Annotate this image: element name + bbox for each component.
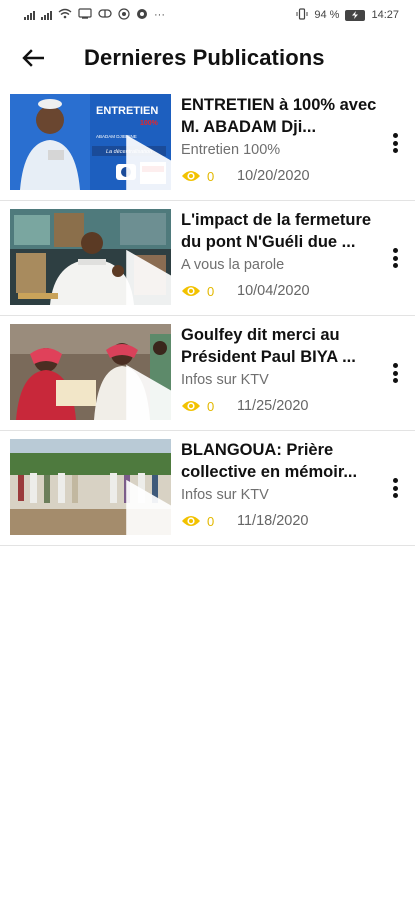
arrow-left-icon bbox=[22, 49, 44, 67]
video-thumbnail[interactable]: ENTRETIEN 100% ABADAM DJIBRINE La décent… bbox=[10, 94, 171, 190]
eye-icon bbox=[182, 286, 200, 296]
eye-icon bbox=[182, 171, 200, 181]
cast-icon bbox=[78, 8, 92, 22]
link-icon bbox=[98, 8, 112, 22]
more-options-button[interactable] bbox=[385, 475, 405, 501]
publications-list: ENTRETIEN 100% ABADAM DJIBRINE La décent… bbox=[0, 86, 415, 546]
status-left: ··· bbox=[24, 7, 165, 23]
more-vert-icon bbox=[392, 363, 398, 368]
view-count: 0 bbox=[207, 513, 215, 529]
thumb-topic: La décentralisation bbox=[106, 149, 152, 155]
eye-icon bbox=[182, 516, 200, 526]
publication-date: 11/18/2020 bbox=[237, 513, 309, 529]
signal-icon-2 bbox=[41, 10, 52, 20]
view-count: 0 bbox=[207, 168, 215, 184]
publication-category: Infos sur KTV bbox=[181, 487, 269, 503]
more-notifications-icon: ··· bbox=[154, 9, 165, 21]
status-right: 94 % 14:27 bbox=[296, 7, 399, 23]
publication-date: 10/20/2020 bbox=[237, 168, 310, 184]
publication-category: A vous la parole bbox=[181, 257, 285, 273]
publication-title[interactable]: ENTRETIEN à 100% avec M. ABADAM Dji... bbox=[181, 94, 377, 138]
view-count: 0 bbox=[207, 283, 215, 299]
publication-category: Entretien 100% bbox=[181, 142, 281, 158]
back-button[interactable] bbox=[0, 30, 66, 86]
publication-date: 10/04/2020 bbox=[237, 283, 310, 299]
publication-item[interactable]: Goulfey dit merci au Président Paul BIYA… bbox=[0, 316, 415, 431]
publication-category: Infos sur KTV bbox=[181, 372, 269, 388]
more-options-button[interactable] bbox=[385, 360, 405, 386]
publication-item[interactable]: BLANGOUA: Prière collective en mémoir...… bbox=[0, 431, 415, 546]
status-bar: ··· 94 % 14:27 bbox=[0, 0, 415, 30]
more-options-button[interactable] bbox=[385, 130, 405, 156]
publication-title[interactable]: L'impact de la fermeture du pont N'Guéli… bbox=[181, 209, 377, 253]
thumb-headline: ENTRETIEN bbox=[96, 105, 158, 117]
more-vert-icon bbox=[392, 478, 398, 483]
view-count: 0 bbox=[207, 398, 215, 414]
vibrate-icon bbox=[296, 7, 308, 23]
publication-item[interactable]: L'impact de la fermeture du pont N'Guéli… bbox=[0, 201, 415, 316]
battery-percent: 94 % bbox=[314, 9, 340, 21]
clock-time: 14:27 bbox=[371, 9, 399, 21]
aperture-icon bbox=[136, 8, 148, 23]
signal-icon bbox=[24, 10, 35, 20]
publication-meta: 0 11/18/2020 bbox=[181, 511, 309, 531]
more-vert-icon bbox=[392, 248, 398, 253]
thumb-name: ABADAM DJIBRINE bbox=[96, 134, 137, 139]
circle-b-icon bbox=[118, 7, 130, 23]
page-title: Dernieres Publications bbox=[84, 45, 325, 70]
wifi-icon bbox=[58, 8, 72, 22]
battery-icon bbox=[345, 9, 366, 21]
publication-title[interactable]: Goulfey dit merci au Président Paul BIYA… bbox=[181, 324, 377, 368]
publication-meta: 0 10/04/2020 bbox=[181, 281, 310, 301]
more-options-button[interactable] bbox=[385, 245, 405, 271]
video-thumbnail[interactable] bbox=[10, 209, 171, 305]
thumb-sub: 100% bbox=[140, 120, 159, 127]
more-vert-icon bbox=[392, 133, 398, 138]
publication-item[interactable]: ENTRETIEN 100% ABADAM DJIBRINE La décent… bbox=[0, 86, 415, 201]
app-bar: Dernieres Publications bbox=[0, 30, 415, 86]
eye-icon bbox=[182, 401, 200, 411]
publication-date: 11/25/2020 bbox=[237, 398, 309, 414]
video-thumbnail[interactable] bbox=[10, 439, 171, 535]
publication-meta: 0 10/20/2020 bbox=[181, 166, 310, 186]
publication-meta: 0 11/25/2020 bbox=[181, 396, 309, 416]
publication-title[interactable]: BLANGOUA: Prière collective en mémoir... bbox=[181, 439, 377, 483]
video-thumbnail[interactable] bbox=[10, 324, 171, 420]
